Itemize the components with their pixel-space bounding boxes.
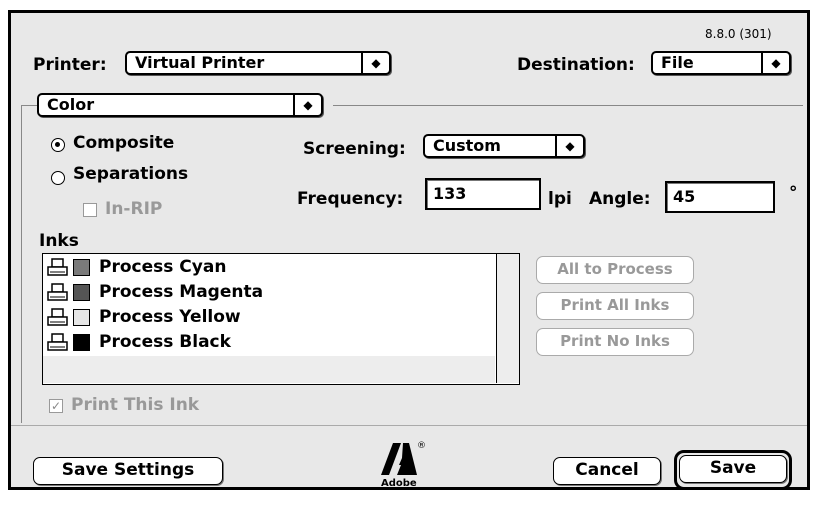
version-label: 8.8.0 (301) xyxy=(705,27,772,41)
in-rip-label: In-RIP xyxy=(105,199,163,219)
footer-divider xyxy=(11,425,807,426)
group-border xyxy=(333,105,803,106)
destination-popup-value: File xyxy=(661,53,694,72)
save-button[interactable]: Save xyxy=(679,455,787,483)
registered-mark: ® xyxy=(417,441,426,451)
ink-swatch xyxy=(73,259,90,276)
popup-arrows-icon: ◆ xyxy=(555,136,583,156)
group-border-left xyxy=(21,105,22,423)
frequency-field[interactable]: 133 xyxy=(425,178,541,210)
composite-radio[interactable] xyxy=(51,138,65,152)
printer-label: Printer: xyxy=(33,55,107,75)
inks-label: Inks xyxy=(39,231,79,251)
save-settings-button[interactable]: Save Settings xyxy=(33,457,223,485)
angle-field[interactable]: 45 xyxy=(665,181,775,213)
adobe-logo: ® Adobe xyxy=(377,441,437,491)
composite-label: Composite xyxy=(73,133,175,153)
print-all-inks-button[interactable]: Print All Inks xyxy=(536,292,694,320)
angle-label: Angle: xyxy=(589,189,651,209)
printer-icon[interactable] xyxy=(47,283,69,303)
ink-name: Process Cyan xyxy=(99,257,227,277)
screening-label: Screening: xyxy=(303,139,406,159)
group-border xyxy=(21,105,37,106)
print-dialog: 8.8.0 (301) Printer: Virtual Printer ◆ D… xyxy=(8,10,810,490)
in-rip-checkbox[interactable] xyxy=(83,203,97,217)
print-no-inks-button[interactable]: Print No Inks xyxy=(536,328,694,356)
print-this-ink-label: Print This Ink xyxy=(71,395,200,415)
destination-popup[interactable]: File ◆ xyxy=(651,51,791,75)
ink-swatch xyxy=(73,284,90,301)
cancel-button[interactable]: Cancel xyxy=(553,457,661,485)
inks-list[interactable]: Process Cyan Process Magenta Process Yello… xyxy=(42,253,520,385)
ink-name: Process Magenta xyxy=(99,282,264,302)
panel-popup-value: Color xyxy=(47,95,95,114)
ink-name: Process Yellow xyxy=(99,307,241,327)
print-this-ink-checkbox[interactable]: ✓ xyxy=(49,399,63,413)
printer-popup-value: Virtual Printer xyxy=(135,53,265,72)
separations-radio[interactable] xyxy=(51,171,65,185)
screening-popup[interactable]: Custom ◆ xyxy=(423,134,585,158)
ink-swatch xyxy=(73,309,90,326)
frequency-label: Frequency: xyxy=(297,189,404,209)
adobe-logo-icon xyxy=(381,443,417,475)
frequency-unit: lpi xyxy=(548,189,572,209)
printer-icon[interactable] xyxy=(47,333,69,353)
printer-icon[interactable] xyxy=(47,258,69,278)
popup-arrows-icon: ◆ xyxy=(361,53,389,73)
adobe-logo-text: Adobe xyxy=(381,478,417,489)
ink-swatch xyxy=(73,334,90,351)
angle-unit: ° xyxy=(789,183,798,203)
ink-name: Process Black xyxy=(99,332,231,352)
destination-label: Destination: xyxy=(517,55,635,75)
list-scrollbar[interactable] xyxy=(496,254,519,383)
printer-icon[interactable] xyxy=(47,308,69,328)
separations-label: Separations xyxy=(73,164,189,184)
panel-popup[interactable]: Color ◆ xyxy=(37,93,323,117)
popup-arrows-icon: ◆ xyxy=(293,95,321,115)
all-to-process-button[interactable]: All to Process xyxy=(536,256,694,284)
list-empty-area xyxy=(43,356,495,383)
popup-arrows-icon: ◆ xyxy=(761,53,789,73)
printer-popup[interactable]: Virtual Printer ◆ xyxy=(125,51,391,75)
screening-popup-value: Custom xyxy=(433,136,501,155)
